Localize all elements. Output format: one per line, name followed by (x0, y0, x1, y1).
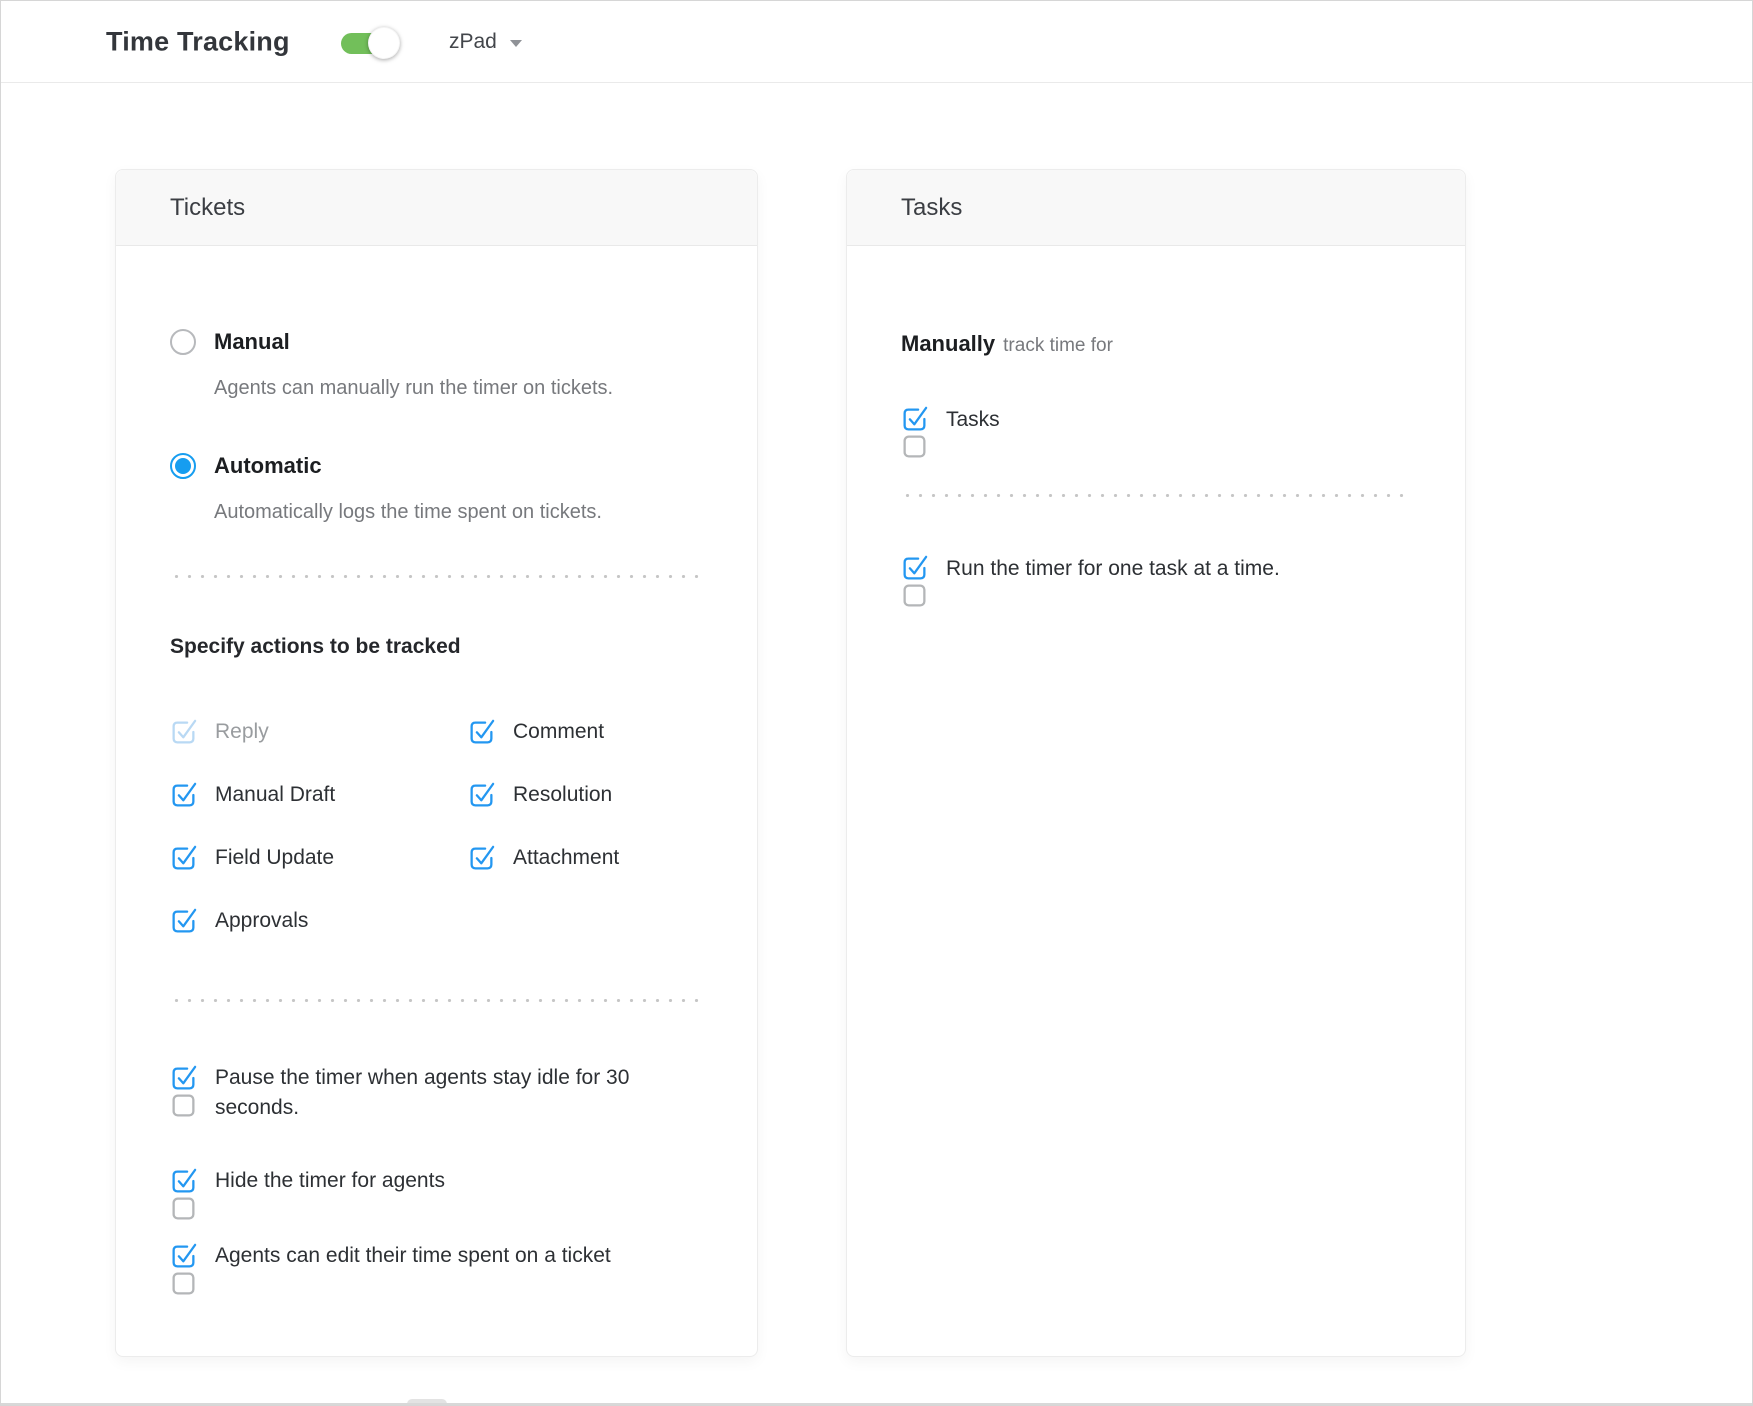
product-dropdown-label: zPad (449, 30, 497, 54)
checkbox-label: Attachment (513, 845, 619, 871)
action-checkbox-row[interactable]: Manual Draft (170, 782, 468, 808)
checkbox-label: Approvals (215, 908, 308, 934)
dotted-divider (170, 999, 700, 1002)
tracking-mode-group: Manual Agents can manually run the timer… (170, 329, 703, 525)
action-checkbox-row[interactable]: Reply (170, 719, 468, 745)
tasks-card-header: Tasks (847, 170, 1465, 246)
checkbox-icon[interactable] (468, 845, 495, 872)
heading-muted-text: track time for (1003, 335, 1113, 356)
checkbox-label: Agents can edit their time spent on a ti… (215, 1241, 611, 1271)
radio-label: Automatic (214, 453, 602, 479)
checkbox-icon[interactable] (170, 908, 197, 935)
option-checkbox-row[interactable]: Run the timer for one task at a time. (901, 555, 1411, 582)
chevron-down-icon (510, 40, 522, 47)
checkbox-icon[interactable] (170, 719, 197, 746)
tasks-options-group: Run the timer for one task at a time. (901, 555, 1411, 582)
actions-heading: Specify actions to be tracked (170, 634, 703, 660)
checkbox-icon[interactable] (170, 1243, 197, 1270)
option-checkbox-row[interactable]: Pause the timer when agents stay idle fo… (170, 1063, 703, 1123)
checkbox-label: Field Update (215, 845, 334, 871)
action-checkbox-row[interactable]: Comment (468, 719, 703, 745)
radio-description: Automatically logs the time spent on tic… (214, 499, 602, 525)
action-checkbox-row[interactable]: Attachment (468, 845, 703, 871)
ticket-options-group: Pause the timer when agents stay idle fo… (170, 1063, 703, 1271)
action-checkbox-row[interactable]: Field Update (170, 845, 468, 871)
tickets-card-title: Tickets (170, 194, 245, 222)
manually-track-heading: Manually track time for (901, 331, 1411, 360)
page-title: Time Tracking (106, 26, 290, 57)
dotted-divider (901, 494, 1411, 497)
option-checkbox-row[interactable]: Hide the timer for agents (170, 1166, 703, 1196)
checkbox-icon[interactable] (901, 406, 928, 433)
tickets-card-header: Tickets (116, 170, 757, 246)
option-checkbox-row[interactable]: Agents can edit their time spent on a ti… (170, 1241, 703, 1271)
checkbox-icon[interactable] (170, 1065, 197, 1092)
heading-bold-text: Manually (901, 331, 995, 356)
tasks-card-title: Tasks (901, 194, 962, 222)
page-bottom-border (1, 1403, 1752, 1405)
checkbox-label: Hide the timer for agents (215, 1166, 445, 1196)
action-checkbox-row[interactable]: Resolution (468, 782, 703, 808)
product-dropdown[interactable]: zPad (449, 1, 522, 83)
checkbox-icon[interactable] (170, 845, 197, 872)
tasks-track-group: Tasks (901, 406, 1411, 433)
task-checkbox-row[interactable]: Tasks (901, 406, 1411, 433)
checkbox-label: Run the timer for one task at a time. (946, 556, 1280, 582)
time-tracking-toggle[interactable] (341, 33, 395, 54)
dotted-divider (170, 575, 700, 578)
checkbox-icon[interactable] (468, 719, 495, 746)
tickets-card: Tickets Manual Agents can manually run t… (115, 169, 758, 1357)
radio-label: Manual (214, 329, 613, 355)
tracking-mode-radio-row[interactable]: Manual Agents can manually run the timer… (170, 329, 703, 401)
toggle-knob[interactable] (368, 27, 400, 59)
checkbox-label: Manual Draft (215, 782, 335, 808)
top-bar: Time Tracking zPad (1, 1, 1752, 83)
checkbox-icon[interactable] (468, 782, 495, 809)
checkbox-label: Tasks (946, 407, 1000, 433)
tasks-card: Tasks Manually track time for (846, 169, 1466, 1357)
checkbox-label: Comment (513, 719, 604, 745)
checkbox-label: Reply (215, 719, 269, 745)
checkbox-label: Resolution (513, 782, 612, 808)
actions-checkbox-grid: Reply Comment (170, 719, 703, 934)
checkbox-label: Pause the timer when agents stay idle fo… (215, 1063, 685, 1123)
checkbox-icon[interactable] (901, 555, 928, 582)
checkbox-icon[interactable] (170, 1168, 197, 1195)
radio-description: Agents can manually run the timer on tic… (214, 375, 613, 401)
radio-button-icon[interactable] (170, 453, 196, 479)
radio-button-icon[interactable] (170, 329, 196, 355)
tracking-mode-radio-row[interactable]: Automatic Automatically logs the time sp… (170, 453, 703, 525)
action-checkbox-row[interactable]: Approvals (170, 908, 468, 934)
checkbox-icon[interactable] (170, 782, 197, 809)
